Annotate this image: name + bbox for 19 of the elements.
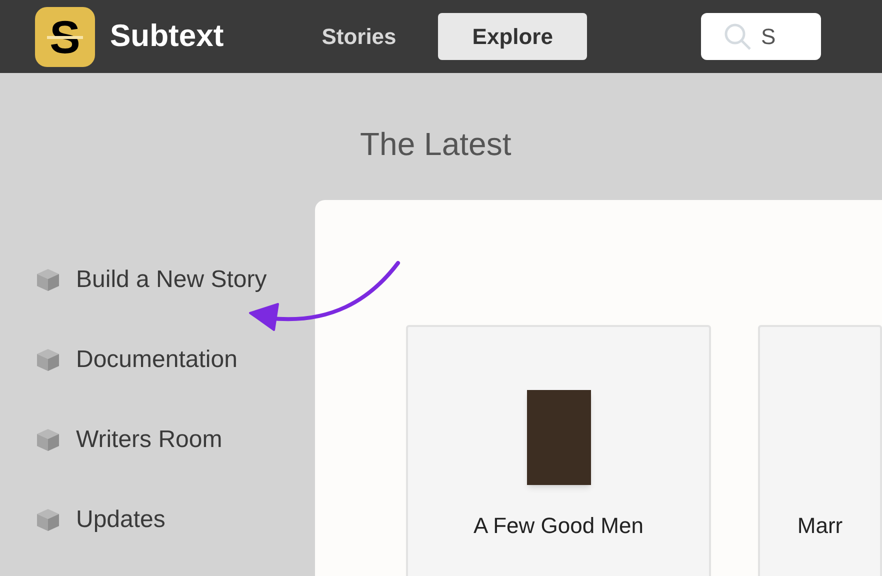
nav-tab[interactable]: Stories: [322, 13, 396, 60]
search-input[interactable]: S: [760, 20, 821, 53]
sidebar-item[interactable]: Updates: [35, 505, 315, 535]
package-icon: [35, 427, 61, 453]
package-icon: [35, 507, 61, 533]
sidebar-item[interactable]: Build a New Story: [35, 265, 315, 295]
sidebar-item[interactable]: Writers Room: [35, 425, 315, 455]
search-icon: [722, 22, 753, 52]
story-card[interactable]: Marr: [758, 325, 882, 576]
story-title: Marr: [797, 512, 843, 540]
page-title: The Latest: [360, 128, 512, 160]
story-title: A Few Good Men: [474, 512, 644, 540]
sidebar-item[interactable]: Documentation: [35, 345, 315, 375]
package-icon: [35, 347, 61, 373]
package-icon: [35, 267, 61, 293]
nav-tab[interactable]: Explore: [438, 13, 587, 60]
story-card[interactable]: A Few Good Men: [406, 325, 711, 576]
app-name: Subtext: [110, 17, 224, 56]
search-field[interactable]: S: [700, 13, 821, 60]
